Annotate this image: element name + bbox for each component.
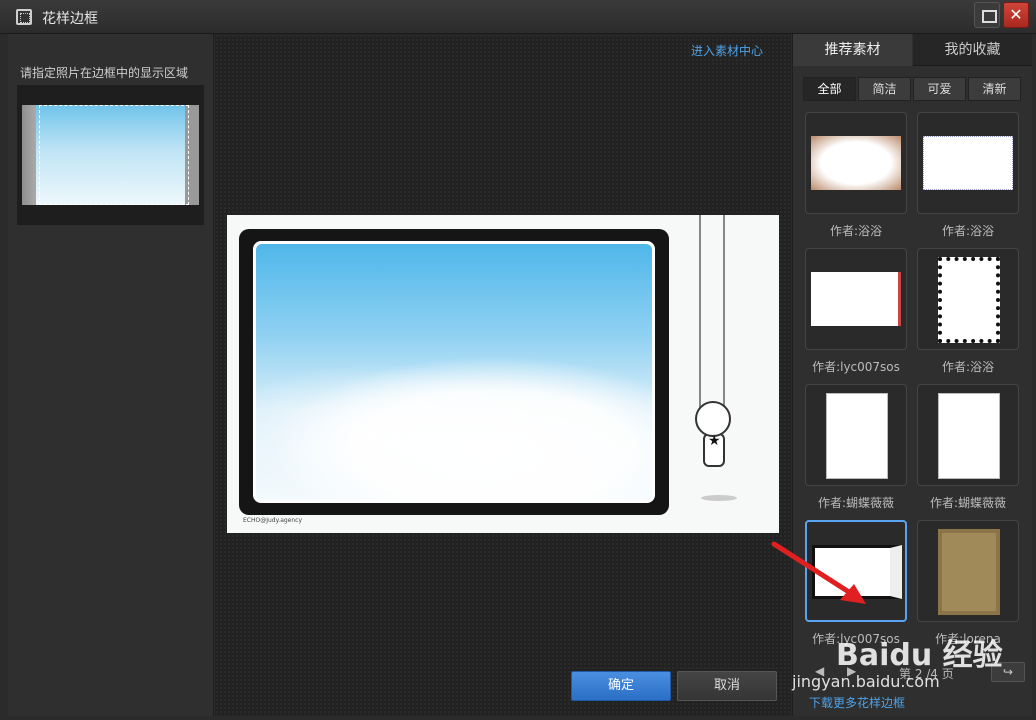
frame-author: 作者:lorena [935, 632, 1001, 646]
frame-app-icon [16, 9, 32, 25]
frame-author: 作者:浴浴 [829, 224, 883, 238]
preview-photo [256, 244, 652, 500]
page-indicator: 第 2 /4 页 [899, 667, 954, 681]
frame-item[interactable] [917, 112, 1019, 214]
filter-bar: 全部 简洁 可爱 清新 [803, 77, 1021, 101]
display-area-label: 请指定照片在边框中的显示区域 [20, 66, 189, 80]
frame-item[interactable] [917, 520, 1019, 622]
go-page-button[interactable]: ↪ [991, 662, 1025, 682]
right-panel: 推荐素材 我的收藏 全部 简洁 可爱 清新 作者:浴浴 作者:浴浴 作者:lyc… [792, 34, 1032, 716]
confirm-button[interactable]: 确定 [571, 671, 671, 701]
filter-fresh[interactable]: 清新 [968, 77, 1021, 101]
tab-favorites[interactable]: 我的收藏 [913, 34, 1032, 66]
frame-thumbnail [923, 136, 1013, 190]
frame-author: 作者:lyc007sos [812, 360, 900, 374]
filter-simple[interactable]: 简洁 [858, 77, 911, 101]
cat-head-illustration [695, 401, 731, 437]
frame-thumbnail [811, 272, 901, 326]
pagination: ◀ ▶ 第 2 /4 页 ↪ [803, 662, 1031, 684]
frame-item[interactable] [805, 248, 907, 350]
window-title: 花样边框 [42, 11, 98, 27]
frame-thumbnail [811, 136, 901, 190]
frame-author: 作者:蝴蝶薇薇 [817, 496, 895, 510]
frame-author: 作者:蝴蝶薇薇 [929, 496, 1007, 510]
filter-cute[interactable]: 可爱 [913, 77, 966, 101]
next-page-icon[interactable]: ▶ [847, 664, 856, 678]
crop-selection-box[interactable] [39, 105, 189, 205]
frame-item-selected[interactable] [805, 520, 907, 622]
swing-shadow [701, 495, 737, 501]
preview-frame-inner [253, 241, 655, 503]
frame-item[interactable] [805, 384, 907, 486]
close-button[interactable]: ✕ [1003, 2, 1029, 28]
maximize-button[interactable] [974, 2, 1000, 28]
frame-preview: ★ ECHO@Judy.agency [227, 215, 779, 533]
tab-recommended[interactable]: 推荐素材 [793, 34, 912, 66]
frame-item[interactable] [917, 384, 1019, 486]
frame-thumbnail [938, 257, 1000, 343]
preview-area: 进入素材中心 ★ ECHO@Judy.agency 确定 取消 [215, 34, 791, 716]
material-center-link[interactable]: 进入素材中心 [691, 42, 763, 59]
swing-rope-right [723, 215, 725, 415]
frame-thumbnail [826, 393, 888, 479]
frame-author: 作者:浴浴 [941, 224, 995, 238]
download-more-link[interactable]: 下载更多花样边框 [809, 694, 905, 711]
cancel-button[interactable]: 取消 [677, 671, 777, 701]
photo-area-selector [17, 85, 204, 225]
filter-all[interactable]: 全部 [803, 77, 856, 101]
preview-frame-border [239, 229, 669, 515]
frame-item[interactable] [805, 112, 907, 214]
swing-rope-left [699, 215, 701, 415]
left-panel: 请指定照片在边框中的显示区域 [8, 34, 214, 716]
star-icon: ★ [708, 433, 721, 449]
frame-author: 作者:浴浴 [941, 360, 995, 374]
frame-thumbnail [812, 545, 902, 599]
frame-thumbnail [938, 393, 1000, 479]
title-bar: 花样边框 ✕ [0, 0, 1036, 34]
preview-credit: ECHO@Judy.agency [243, 517, 303, 524]
frame-thumbnail [938, 529, 1000, 615]
frame-item[interactable] [917, 248, 1019, 350]
prev-page-icon[interactable]: ◀ [815, 664, 824, 678]
frame-author: 作者:lyc007sos [812, 632, 900, 646]
